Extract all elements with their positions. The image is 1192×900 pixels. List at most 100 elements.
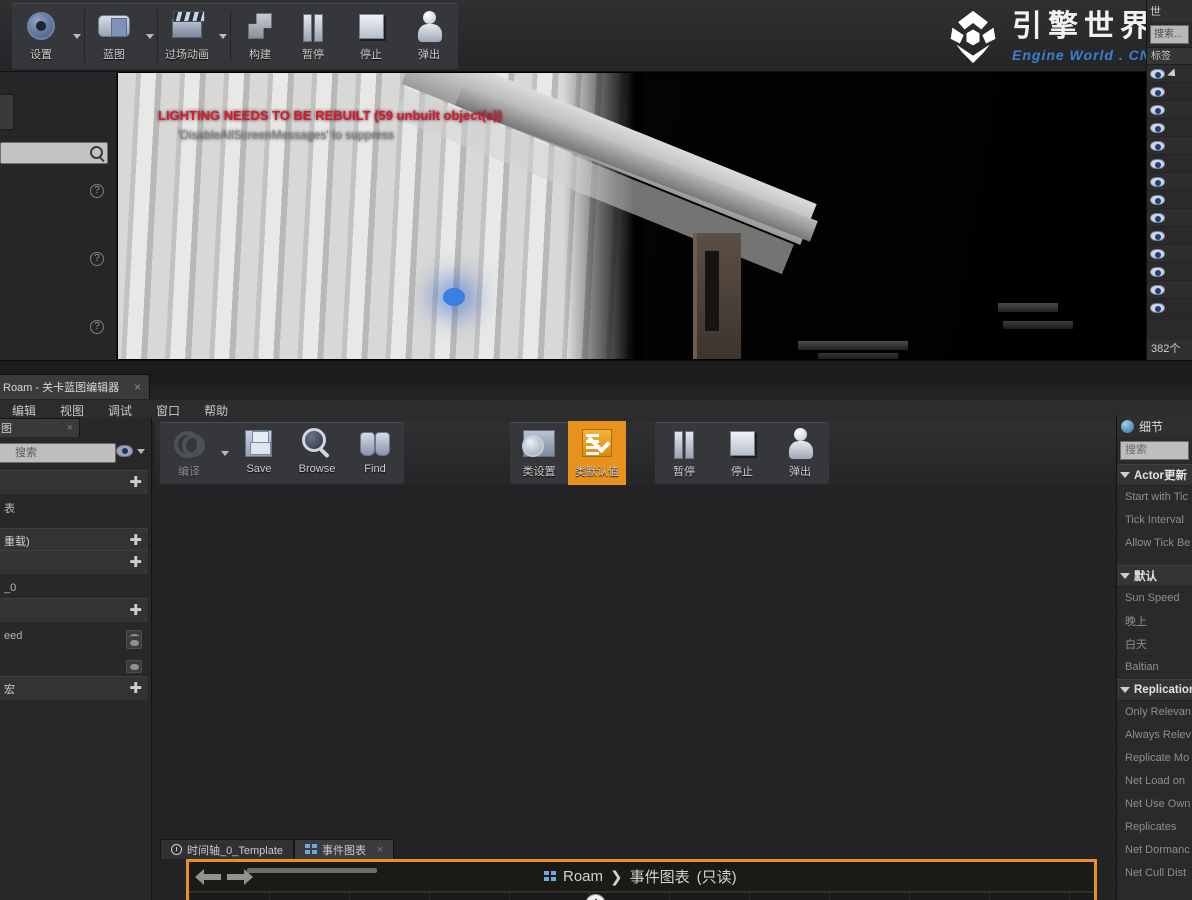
event-graph-panel[interactable]: Roam ❯ 事件图表 (只读) [186, 859, 1097, 900]
details-property[interactable]: Net Dormanc [1117, 839, 1192, 862]
eye-icon[interactable] [1150, 68, 1165, 79]
my-blueprint-item[interactable]: 表 [0, 496, 148, 520]
details-property[interactable]: Only Relevan [1117, 701, 1192, 724]
expand-arrow-icon[interactable] [1120, 573, 1130, 579]
visibility-eye-icon[interactable] [116, 445, 133, 457]
play-toolbar-2-button[interactable]: 弹出 [400, 4, 458, 68]
my-blueprint-category[interactable]: ✚ [0, 470, 148, 494]
details-property[interactable]: Net Cull Dist [1117, 862, 1192, 885]
my-blueprint-category[interactable]: 宏 ✚ [0, 676, 148, 700]
eye-icon[interactable] [1150, 302, 1165, 313]
blueprint-window-tab[interactable]: Roam - 关卡蓝图编辑器 × [0, 374, 150, 399]
outliner-row[interactable] [1147, 209, 1192, 227]
eye-icon[interactable] [1150, 122, 1165, 133]
add-icon[interactable]: ✚ [129, 603, 142, 618]
outliner-row[interactable] [1147, 119, 1192, 137]
eye-icon[interactable] [1150, 104, 1165, 115]
bp-toolbar-3-button[interactable]: Find [346, 421, 404, 485]
expand-arrow-icon[interactable] [1120, 687, 1130, 693]
details-property[interactable]: Always Relev [1117, 724, 1192, 747]
details-group-2[interactable]: Replication [1117, 679, 1192, 701]
details-property[interactable]: Baltian [1117, 656, 1192, 679]
details-property[interactable]: Replicates [1117, 816, 1192, 839]
play-toolbar-0-button[interactable]: 暂停 [284, 4, 342, 68]
details-property[interactable]: Net Use Own [1117, 793, 1192, 816]
outliner-row[interactable] [1147, 83, 1192, 101]
eye-icon[interactable] [1150, 230, 1165, 241]
eye-icon[interactable] [1150, 194, 1165, 205]
chevron-down-icon[interactable] [70, 4, 84, 68]
details-property[interactable]: Replicate Mo [1117, 747, 1192, 770]
outliner-row[interactable] [1147, 227, 1192, 245]
my-blueprint-item[interactable]: _0 [0, 576, 148, 600]
outliner-row[interactable] [1147, 155, 1192, 173]
eye-icon[interactable] [126, 659, 142, 673]
details-group-1[interactable]: 默认 [1117, 565, 1192, 587]
bp-toolbar-2-button[interactable]: Browse [288, 421, 346, 485]
chevron-down-icon[interactable] [137, 449, 145, 454]
bp-toolbar-6-button[interactable]: 暂停 [655, 421, 713, 485]
outliner-row[interactable] [1147, 245, 1192, 263]
chevron-down-icon[interactable] [143, 4, 157, 68]
chevron-down-icon[interactable] [216, 4, 230, 68]
outliner-row[interactable] [1147, 101, 1192, 119]
bp-toolbar-8-button[interactable]: 弹出 [771, 421, 829, 485]
my-blueprint-item[interactable] [0, 654, 148, 678]
graph-canvas[interactable]: ƒ Delay Completed Du [189, 892, 1094, 900]
outliner-row[interactable] [1147, 263, 1192, 281]
play-toolbar-1-button[interactable]: 停止 [342, 4, 400, 68]
add-icon[interactable]: ✚ [129, 555, 142, 570]
left-panel-tab-handle[interactable] [0, 94, 14, 130]
add-icon[interactable]: ✚ [129, 681, 142, 696]
graph-tab-0[interactable]: 时间轴_0_Template [160, 839, 294, 859]
eye-icon[interactable] [1150, 212, 1165, 223]
outliner-row[interactable] [1147, 65, 1192, 83]
left-panel-search-input[interactable] [0, 142, 108, 164]
outliner-column-header[interactable]: 标签 [1147, 47, 1192, 65]
eye-icon[interactable] [1150, 284, 1165, 295]
details-property[interactable]: Allow Tick Be [1117, 532, 1192, 555]
eye-icon[interactable] [1150, 86, 1165, 97]
help-icon-2[interactable]: ? [90, 252, 104, 266]
bp-toolbar-1-button[interactable]: Save [230, 421, 288, 485]
close-icon[interactable]: × [377, 844, 383, 856]
my-blueprint-category[interactable]: ✚ [0, 550, 148, 574]
details-property[interactable]: Net Load on [1117, 770, 1192, 793]
details-property[interactable]: Tick Interval [1117, 509, 1192, 532]
outliner-row[interactable] [1147, 173, 1192, 191]
outliner-row[interactable] [1147, 281, 1192, 299]
bp-toolbar-7-button[interactable]: 停止 [713, 421, 771, 485]
bp-toolbar-5-button[interactable]: 类默认值 [568, 421, 626, 485]
bp-toolbar-4-button[interactable]: 类设置 [510, 421, 568, 485]
toolbar-0-button[interactable]: 设置 [12, 4, 70, 68]
my-blueprint-item[interactable] [0, 630, 148, 654]
back-arrow-icon[interactable] [195, 868, 221, 885]
toolbar-2-button[interactable]: 过场动画 [158, 4, 216, 68]
close-icon[interactable]: × [134, 380, 141, 394]
details-property[interactable]: Start with Tic [1117, 486, 1192, 509]
details-property[interactable]: Sun Speed [1117, 587, 1192, 610]
my-blueprint-tab[interactable]: 图 × [0, 418, 80, 437]
my-blueprint-search-input[interactable]: 搜索 [0, 443, 116, 463]
eye-icon[interactable] [1150, 140, 1165, 151]
details-group-0[interactable]: Actor更新 [1117, 464, 1192, 486]
menu-item-4[interactable]: 帮助 [192, 400, 240, 422]
add-icon[interactable]: ✚ [129, 533, 142, 548]
eye-icon[interactable] [126, 635, 142, 649]
add-icon[interactable]: ✚ [129, 475, 142, 490]
outliner-row[interactable] [1147, 299, 1192, 317]
bp-toolbar-0-button[interactable]: 编译 [160, 421, 218, 485]
graph-tab-1[interactable]: 事件图表 × [294, 839, 395, 859]
breadcrumb-root[interactable]: Roam [563, 868, 603, 885]
breadcrumb-leaf[interactable]: 事件图表 [630, 866, 690, 887]
help-icon-3[interactable]: ? [90, 320, 104, 334]
my-blueprint-category[interactable]: ✚ [0, 598, 148, 622]
eye-icon[interactable] [1150, 248, 1165, 259]
close-icon[interactable]: × [67, 422, 73, 434]
toolbar-3-button[interactable]: 构建 [231, 4, 289, 68]
outliner-row[interactable] [1147, 137, 1192, 155]
help-icon-1[interactable]: ? [90, 184, 104, 198]
level-viewport[interactable]: LIGHTING NEEDS TO BE REBUILT (59 unbuilt… [117, 72, 1146, 360]
expand-arrow-icon[interactable] [1120, 472, 1130, 478]
eye-icon[interactable] [1150, 176, 1165, 187]
